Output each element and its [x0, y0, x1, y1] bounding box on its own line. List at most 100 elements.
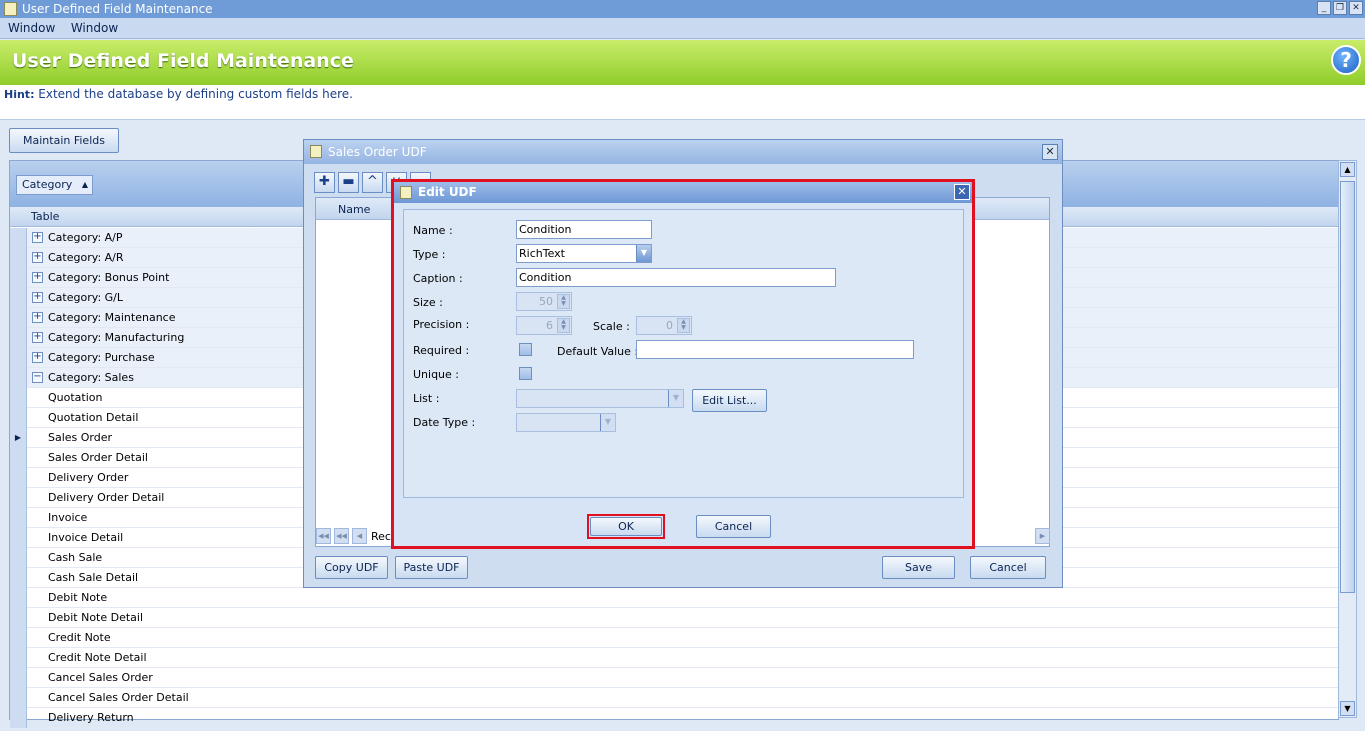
table-name: Sales Order	[48, 431, 113, 444]
expand-icon[interactable]: +	[32, 352, 43, 363]
close-icon[interactable]: ✕	[1349, 1, 1363, 15]
row-selector[interactable]	[10, 508, 27, 528]
date-type-label: Date Type :	[413, 416, 476, 429]
first-record-icon[interactable]: ◀◀	[316, 528, 331, 544]
ok-button[interactable]: OK	[590, 517, 662, 536]
unique-label: Unique :	[413, 368, 460, 381]
edit-list-button[interactable]: Edit List...	[692, 389, 767, 412]
table-row[interactable]: Debit Note Detail	[10, 608, 1338, 628]
default-value-field[interactable]	[636, 340, 914, 359]
table-row[interactable]: Debit Note	[10, 588, 1338, 608]
expand-icon[interactable]: +	[32, 312, 43, 323]
help-icon[interactable]: ?	[1331, 45, 1361, 75]
chevron-down-icon[interactable]: ▼	[636, 245, 651, 262]
menu-window-2[interactable]: Window	[67, 18, 122, 38]
row-selector[interactable]	[10, 548, 27, 568]
table-name: Debit Note Detail	[48, 611, 144, 624]
table-name: Delivery Return	[48, 711, 134, 724]
column-header-name[interactable]: Name	[338, 203, 370, 216]
prev-page-icon[interactable]: ◀◀	[334, 528, 349, 544]
expand-icon[interactable]: +	[32, 272, 43, 283]
add-icon[interactable]: ✚	[314, 172, 335, 193]
default-value-label: Default Value :	[557, 345, 639, 358]
table-row[interactable]: Cancel Sales Order	[10, 668, 1338, 688]
group-label: Category: Maintenance	[48, 311, 176, 324]
close-icon[interactable]: ✕	[954, 184, 970, 200]
type-select[interactable]: RichText ▼	[516, 244, 652, 263]
table-name: Credit Note Detail	[48, 651, 147, 664]
menu-window-1[interactable]: Window	[4, 18, 59, 38]
ok-button-highlight: OK	[587, 514, 665, 539]
scroll-down-icon[interactable]: ▼	[1340, 701, 1355, 716]
window-title: User Defined Field Maintenance	[22, 2, 213, 16]
unique-checkbox[interactable]	[519, 367, 532, 380]
expand-icon[interactable]: +	[32, 252, 43, 263]
name-field[interactable]: Condition	[516, 220, 652, 239]
group-label: Category: G/L	[48, 291, 124, 304]
next-record-icon[interactable]: ▶	[1035, 528, 1050, 544]
restore-icon[interactable]: ❐	[1333, 1, 1347, 15]
row-selector[interactable]	[10, 348, 27, 368]
row-selector[interactable]	[10, 668, 27, 688]
sort-up-icon: ▲	[81, 180, 88, 189]
row-selector[interactable]	[10, 468, 27, 488]
row-selector[interactable]	[10, 448, 27, 468]
row-selector[interactable]	[10, 408, 27, 428]
table-row[interactable]: Credit Note Detail	[10, 648, 1338, 668]
row-selector[interactable]	[10, 328, 27, 348]
table-row[interactable]: Delivery Return	[10, 708, 1338, 728]
expand-icon[interactable]: +	[32, 232, 43, 243]
row-selector[interactable]	[10, 288, 27, 308]
table-row[interactable]: Cancel Sales Order Detail	[10, 688, 1338, 708]
grid-scrollbar[interactable]: ▲ ▼	[1338, 160, 1357, 718]
required-checkbox[interactable]	[519, 343, 532, 356]
row-selector[interactable]	[10, 648, 27, 668]
current-row-icon[interactable]: ▶	[10, 428, 27, 448]
paste-udf-button[interactable]: Paste UDF	[395, 556, 468, 579]
cancel-button[interactable]: Cancel	[970, 556, 1046, 579]
group-label: Category: Purchase	[48, 351, 155, 364]
prev-record-icon[interactable]: ◀	[352, 528, 367, 544]
table-name: Delivery Order	[48, 471, 129, 484]
name-label: Name :	[413, 224, 453, 237]
table-name: Sales Order Detail	[48, 451, 148, 464]
row-selector[interactable]	[10, 588, 27, 608]
row-selector[interactable]	[10, 688, 27, 708]
caption-label: Caption :	[413, 272, 463, 285]
maintain-fields-button[interactable]: Maintain Fields	[9, 128, 119, 153]
row-selector[interactable]	[10, 568, 27, 588]
row-selector[interactable]	[10, 608, 27, 628]
close-icon[interactable]: ✕	[1042, 144, 1058, 160]
row-selector[interactable]	[10, 388, 27, 408]
save-button[interactable]: Save	[882, 556, 955, 579]
expand-icon[interactable]: +	[32, 292, 43, 303]
expand-icon[interactable]: +	[32, 332, 43, 343]
remove-icon[interactable]: ▬	[338, 172, 359, 193]
cancel-button[interactable]: Cancel	[696, 515, 771, 538]
row-selector[interactable]	[10, 268, 27, 288]
spin-icon: ▲ ▼	[677, 318, 690, 333]
edit-udf-dialog: Edit UDF ✕ Name : Condition Type : RichT…	[391, 179, 975, 549]
sales-order-udf-title: Sales Order UDF	[328, 145, 427, 159]
row-selector[interactable]	[10, 488, 27, 508]
row-selector[interactable]	[10, 228, 27, 248]
row-selector[interactable]	[10, 368, 27, 388]
row-selector[interactable]	[10, 248, 27, 268]
row-selector[interactable]	[10, 708, 27, 728]
scroll-up-icon[interactable]: ▲	[1340, 162, 1355, 177]
table-name: Credit Note	[48, 631, 111, 644]
row-selector[interactable]	[10, 528, 27, 548]
move-up-icon[interactable]: ^	[362, 172, 383, 193]
caption-field[interactable]: Condition	[516, 268, 836, 287]
row-selector[interactable]	[10, 628, 27, 648]
category-group-tab[interactable]: Category ▲	[16, 175, 93, 195]
table-row[interactable]: Credit Note	[10, 628, 1338, 648]
scroll-thumb[interactable]	[1340, 181, 1355, 593]
date-type-select: ▼	[516, 413, 616, 432]
row-selector[interactable]	[10, 308, 27, 328]
copy-udf-button[interactable]: Copy UDF	[315, 556, 388, 579]
type-label: Type :	[413, 248, 446, 261]
collapse-icon[interactable]: −	[32, 372, 43, 383]
hint-label: Hint:	[4, 88, 35, 101]
minimize-icon[interactable]: _	[1317, 1, 1331, 15]
